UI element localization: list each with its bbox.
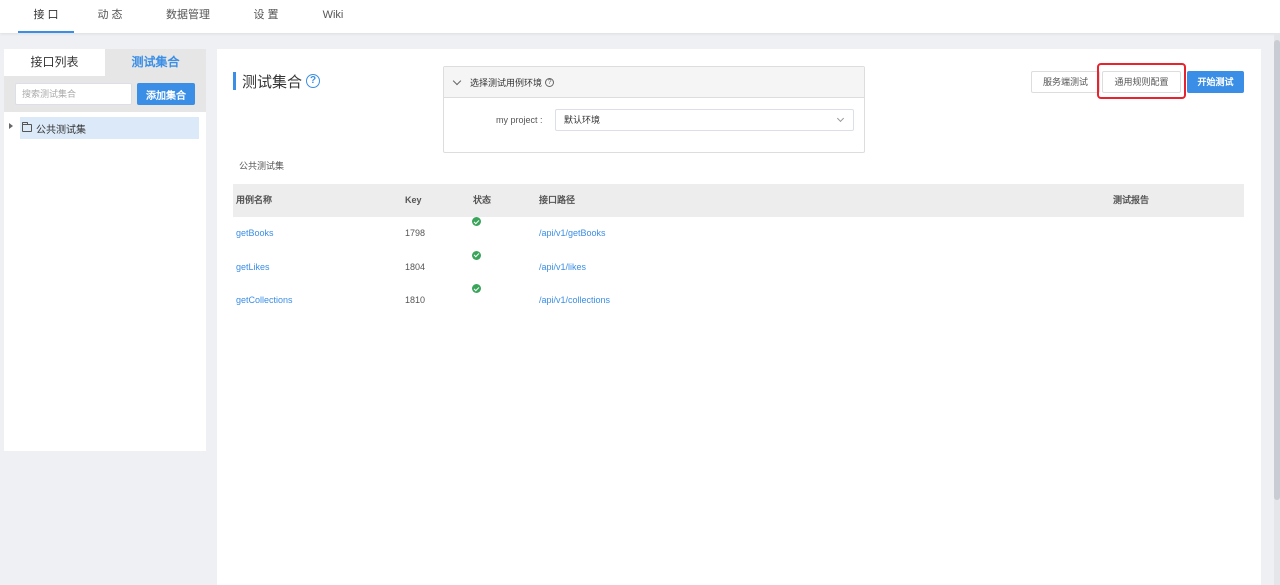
- status-check-icon: [472, 284, 481, 293]
- table-row: getLikes 1804 /api/v1/likes: [233, 250, 1244, 285]
- header-api-path: 接口路径: [539, 195, 576, 205]
- test-case-table: 用例名称 Key 状态 接口路径 测试报告 getBooks 1798 /api…: [233, 184, 1244, 318]
- search-bar: 添加集合: [4, 76, 206, 112]
- help-icon[interactable]: ?: [545, 77, 555, 87]
- header-status: 状态: [473, 195, 492, 205]
- collection-name: 公共测试集: [239, 161, 285, 171]
- header-test-report: 测试报告: [1113, 195, 1150, 205]
- status-check-icon: [472, 250, 481, 260]
- project-label: my project :: [496, 115, 543, 125]
- page-title: 测试集合: [242, 73, 303, 91]
- highlight-annotation: [1097, 63, 1186, 99]
- case-key: 1798: [405, 228, 426, 238]
- nav-tab-activity[interactable]: 动 态: [88, 0, 132, 33]
- status-check-icon: [472, 217, 481, 226]
- chevron-down-icon: [836, 114, 845, 123]
- search-collection-input[interactable]: [15, 83, 132, 105]
- case-key: 1810: [405, 295, 426, 305]
- tab-test-collection[interactable]: 测试集合: [105, 49, 206, 76]
- env-heading: 选择测试用例环境: [470, 77, 543, 88]
- tree-item-public-collection[interactable]: 公共测试集: [20, 117, 199, 139]
- api-path-link[interactable]: /api/v1/collections: [539, 284, 610, 317]
- nav-tab-settings[interactable]: 设 置: [244, 0, 288, 33]
- case-name-link[interactable]: getCollections: [236, 284, 293, 317]
- folder-icon: [22, 122, 32, 132]
- api-path-link[interactable]: /api/v1/getBooks: [539, 217, 606, 250]
- env-selector-panel: 选择测试用例环境 ? my project : 默认环境: [443, 66, 865, 153]
- env-panel-header[interactable]: 选择测试用例环境 ?: [444, 67, 864, 98]
- nav-tab-wiki[interactable]: Wiki: [316, 0, 350, 33]
- page-title-bar: 测试集合 ?: [233, 72, 321, 91]
- start-test-button[interactable]: 开始测试: [1187, 71, 1244, 93]
- table-row: getBooks 1798 /api/v1/getBooks: [233, 217, 1244, 251]
- case-name-link[interactable]: getBooks: [236, 217, 274, 250]
- top-nav: 接 口 动 态 数据管理 设 置 Wiki: [0, 0, 1280, 33]
- chevron-down-icon: [452, 76, 462, 85]
- env-selected-value: 默认环境: [564, 115, 601, 125]
- add-collection-button[interactable]: 添加集合: [137, 83, 195, 105]
- tab-api-list[interactable]: 接口列表: [4, 49, 105, 76]
- env-select[interactable]: 默认环境: [555, 109, 854, 131]
- tree-item-label: 公共测试集: [36, 124, 86, 136]
- table-header: 用例名称 Key 状态 接口路径 测试报告: [233, 184, 1244, 217]
- header-key: Key: [405, 195, 422, 205]
- nav-tab-api[interactable]: 接 口: [18, 0, 74, 33]
- server-test-button[interactable]: 服务端测试: [1031, 71, 1100, 93]
- tree-expand-caret-icon[interactable]: [9, 123, 13, 129]
- case-name-link[interactable]: getLikes: [236, 251, 270, 284]
- main-panel: 测试集合 ? 选择测试用例环境 ? my project : 默认环境 服务端测…: [217, 49, 1261, 585]
- help-icon[interactable]: ?: [306, 74, 321, 88]
- table-row: getCollections 1810 /api/v1/collections: [233, 284, 1244, 318]
- left-tabs: 接口列表 测试集合: [4, 49, 206, 76]
- api-path-link[interactable]: /api/v1/likes: [539, 251, 586, 284]
- left-panel: 接口列表 测试集合 添加集合 公共测试集: [4, 49, 206, 451]
- case-key: 1804: [405, 261, 426, 272]
- scrollbar-thumb[interactable]: [1274, 40, 1280, 500]
- header-case-name: 用例名称: [236, 195, 273, 205]
- nav-tab-data-management[interactable]: 数据管理: [160, 0, 216, 33]
